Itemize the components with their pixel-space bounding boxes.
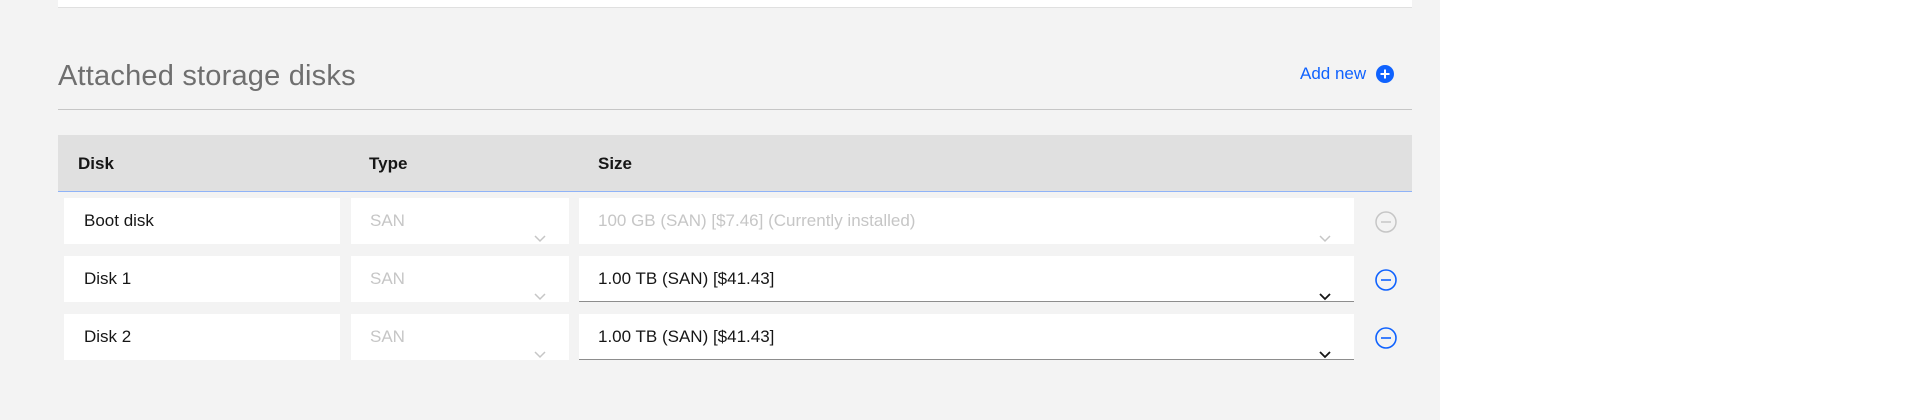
chevron-down-icon	[533, 331, 547, 377]
table-row: Disk 1 SAN 1.00 TB (SAN) [$41.43]	[58, 251, 1412, 302]
subtract-alt-icon[interactable]	[1374, 326, 1398, 350]
disk-type-select: SAN	[351, 314, 569, 360]
section-title: Attached storage disks	[58, 60, 356, 92]
add-new-label: Add new	[1300, 64, 1367, 83]
table-row: Disk 2 SAN 1.00 TB (SAN) [$41.43]	[58, 309, 1412, 360]
disk-type-select: SAN	[351, 256, 569, 302]
add-new-disk-button[interactable]: Add new	[1300, 64, 1395, 84]
disk-size-value: 1.00 TB (SAN) [$41.43]	[598, 327, 775, 346]
disk-name-field[interactable]: Boot disk	[64, 198, 340, 244]
subtract-alt-icon	[1374, 210, 1398, 234]
disk-name-field[interactable]: Disk 1	[64, 256, 340, 302]
table-row: Boot disk SAN 100 GB (SAN) [$7.46] (Curr…	[58, 193, 1412, 244]
disk-type-value: SAN	[370, 211, 405, 230]
disk-type-value: SAN	[370, 327, 405, 346]
table-header: Disk Type Size	[58, 135, 1412, 192]
disk-size-value: 100 GB (SAN) [$7.46] (Currently installe…	[598, 211, 916, 230]
previous-section-card	[58, 0, 1412, 8]
chevron-down-icon	[1318, 331, 1332, 377]
subtract-alt-icon[interactable]	[1374, 268, 1398, 292]
column-header-type: Type	[369, 154, 408, 173]
column-header-disk: Disk	[78, 154, 114, 173]
storage-panel: Attached storage disks Add new Disk Type…	[0, 0, 1440, 420]
disk-size-select: 100 GB (SAN) [$7.46] (Currently installe…	[579, 198, 1354, 244]
disk-size-select[interactable]: 1.00 TB (SAN) [$41.43]	[579, 256, 1354, 302]
disk-type-value: SAN	[370, 269, 405, 288]
disk-type-select: SAN	[351, 198, 569, 244]
add-filled-icon	[1376, 65, 1395, 83]
disk-size-value: 1.00 TB (SAN) [$41.43]	[598, 269, 775, 288]
section-divider	[58, 109, 1412, 110]
column-header-size: Size	[598, 154, 633, 173]
disk-name-field[interactable]: Disk 2	[64, 314, 340, 360]
disk-size-select[interactable]: 1.00 TB (SAN) [$41.43]	[579, 314, 1354, 360]
